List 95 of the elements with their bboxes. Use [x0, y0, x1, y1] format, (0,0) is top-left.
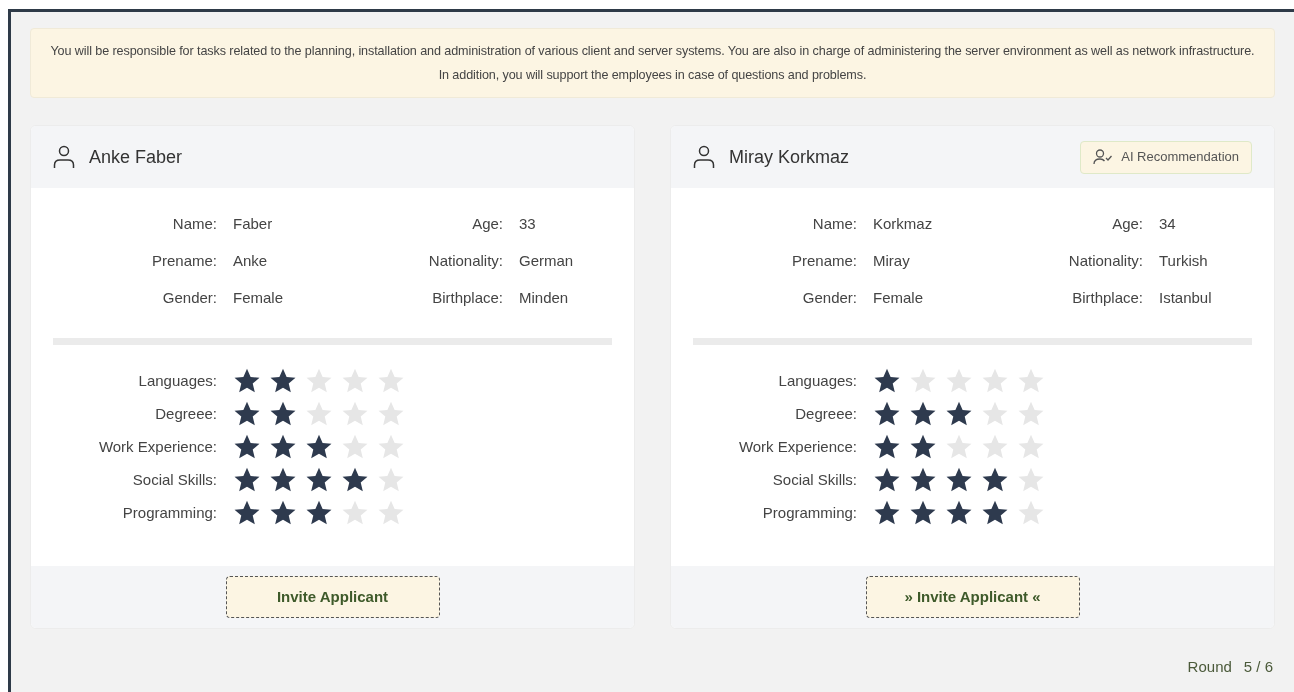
star-icon — [981, 367, 1009, 395]
skill-label: Work Experience: — [737, 436, 857, 457]
skill-label: Programming: — [121, 502, 217, 523]
star-icon — [873, 433, 901, 461]
star-icon — [269, 367, 297, 395]
star-icon — [269, 499, 297, 527]
applicant-name: Anke Faber — [89, 145, 183, 169]
badge-label: AI Recommendation — [1121, 148, 1239, 167]
star-icon — [945, 367, 973, 395]
star-icon — [945, 433, 973, 461]
field-value: Turkish — [1159, 251, 1209, 271]
field-label: Prename: — [790, 251, 857, 271]
skill-label: Programming: — [761, 502, 857, 523]
star-icon — [305, 466, 333, 494]
field-label: Age: — [1111, 214, 1143, 234]
star-icon — [1017, 433, 1045, 461]
field-value: Female — [873, 288, 925, 308]
star-icon — [945, 466, 973, 494]
applicant-name: Miray Korkmaz — [729, 145, 849, 169]
star-icon — [873, 400, 901, 428]
star-icon — [305, 433, 333, 461]
skill-label: Degreee: — [794, 403, 857, 424]
star-icon — [341, 433, 369, 461]
star-icon — [377, 466, 405, 494]
field-value: Miray — [873, 251, 911, 271]
user-icon — [693, 145, 715, 169]
skill-label: Languages: — [137, 370, 217, 391]
field-value: Korkmaz — [873, 214, 934, 234]
skill-label: Degreee: — [154, 403, 217, 424]
star-icon — [305, 400, 333, 428]
star-icon — [981, 400, 1009, 428]
field-value: Istanbul — [1159, 288, 1213, 308]
star-icon — [269, 466, 297, 494]
round-label: Round — [1187, 656, 1232, 677]
field-value: Minden — [519, 288, 570, 308]
star-icon — [873, 466, 901, 494]
job-description: You will be responsible for tasks related to the planning, installation and administration of various client and server systems. You are also in charge of administering the server environment as well as network infrastructure. In addition, you will support the employees in case of questions and problems. — [49, 43, 1256, 84]
star-icon — [873, 367, 901, 395]
star-icon — [341, 400, 369, 428]
star-icon — [305, 499, 333, 527]
star-icon — [981, 433, 1009, 461]
star-icon — [981, 499, 1009, 527]
star-icon — [909, 433, 937, 461]
star-icon — [909, 466, 937, 494]
invite-applicant-button[interactable]: Invite Applicant — [225, 576, 440, 618]
field-value: German — [519, 251, 575, 271]
user-icon — [53, 145, 75, 169]
invite-applicant-button[interactable]: » Invite Applicant « — [865, 576, 1080, 618]
star-icon — [269, 400, 297, 428]
star-icon — [341, 367, 369, 395]
field-label: Gender: — [801, 288, 857, 308]
star-icon — [909, 499, 937, 527]
star-icon — [981, 466, 1009, 494]
field-value: Faber — [233, 214, 274, 234]
field-label: Age: — [471, 214, 503, 234]
star-icon — [233, 466, 261, 494]
skill-label: Social Skills: — [131, 469, 217, 490]
star-icon — [377, 433, 405, 461]
star-icon — [1017, 367, 1045, 395]
field-value: 34 — [1159, 214, 1177, 234]
star-icon — [1017, 466, 1045, 494]
skill-label: Work Experience: — [97, 436, 217, 457]
field-label: Prename: — [150, 251, 217, 271]
star-icon — [377, 367, 405, 395]
field-label: Birthplace: — [1071, 288, 1143, 308]
star-icon — [1017, 400, 1045, 428]
star-icon — [909, 400, 937, 428]
skill-label: Languages: — [777, 370, 857, 391]
field-label: Nationality: — [1067, 251, 1143, 271]
star-icon — [377, 400, 405, 428]
star-icon — [873, 499, 901, 527]
star-icon — [909, 367, 937, 395]
star-icon — [233, 367, 261, 395]
star-icon — [233, 499, 261, 527]
field-label: Nationality: — [427, 251, 503, 271]
field-label: Name: — [811, 214, 857, 234]
star-icon — [1017, 499, 1045, 527]
field-value: 33 — [519, 214, 537, 234]
field-label: Birthplace: — [431, 288, 503, 308]
field-value: Anke — [233, 251, 269, 271]
field-label: Gender: — [161, 288, 217, 308]
star-icon — [945, 400, 973, 428]
skill-label: Social Skills: — [771, 469, 857, 490]
user-check-icon — [1093, 149, 1114, 165]
star-icon — [233, 400, 261, 428]
round-counter: 5 / 6 — [1243, 656, 1273, 677]
field-value: Female — [233, 288, 285, 308]
star-icon — [341, 499, 369, 527]
star-icon — [377, 499, 405, 527]
star-icon — [305, 367, 333, 395]
star-icon — [269, 433, 297, 461]
star-icon — [341, 466, 369, 494]
star-icon — [233, 433, 261, 461]
star-icon — [945, 499, 973, 527]
field-label: Name: — [171, 214, 217, 234]
